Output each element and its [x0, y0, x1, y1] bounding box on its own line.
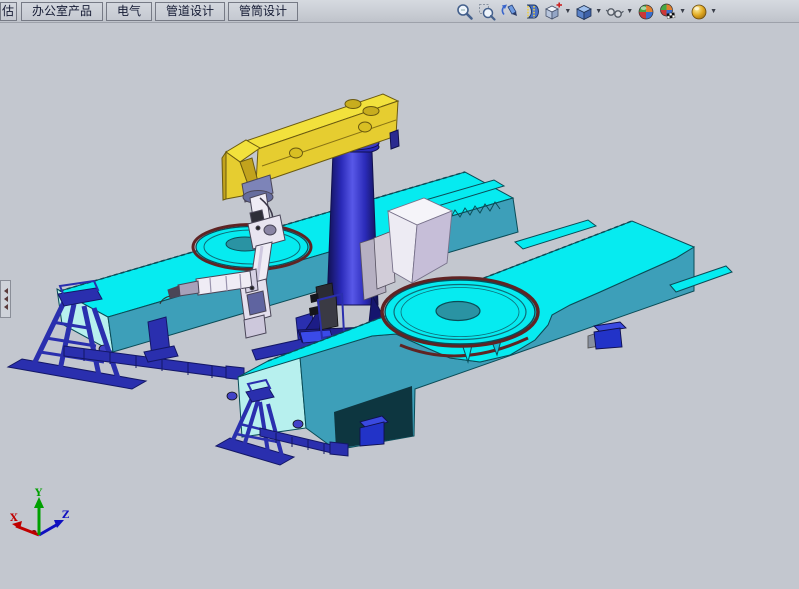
feature-tree-splitter-button[interactable]	[0, 280, 11, 318]
view-settings-icon[interactable]	[689, 2, 709, 22]
view-orientation-icon[interactable]	[543, 2, 563, 22]
splitter-arrow-icon	[4, 288, 8, 294]
tab-partial[interactable]: 估	[0, 2, 17, 21]
tab-piping-design[interactable]: 管道设计	[155, 2, 225, 21]
apply-scene-caret[interactable]: ▼	[679, 2, 686, 22]
model-canvas[interactable]: X Y Z	[0, 23, 799, 589]
triad-x-label: X	[10, 513, 18, 524]
hide-show-items-caret[interactable]: ▼	[626, 2, 633, 22]
reference-triad: X Y Z	[10, 488, 69, 535]
gray-step-blocks[interactable]	[360, 231, 395, 300]
splitter-arrow-icon	[4, 296, 8, 302]
3d-viewport[interactable]: X Y Z	[0, 23, 799, 589]
zoom-to-fit-icon[interactable]	[455, 2, 475, 22]
apply-scene-icon[interactable]	[658, 2, 678, 22]
previous-view-icon[interactable]	[499, 2, 519, 22]
heads-up-view-toolbar: ▼ ▼ ▼ ▼ ▼	[454, 2, 719, 22]
display-style-icon[interactable]	[574, 2, 594, 22]
section-view-icon[interactable]	[521, 2, 541, 22]
edit-appearance-icon[interactable]	[636, 2, 656, 22]
tab-tubing-design[interactable]: 管筒设计	[228, 2, 298, 21]
triad-z-label: Z	[62, 510, 69, 521]
white-wedge-bracket[interactable]	[388, 198, 452, 283]
triad-y-label: Y	[34, 488, 43, 499]
tab-office-products[interactable]: 办公室产品	[21, 2, 103, 21]
view-settings-caret[interactable]: ▼	[710, 2, 717, 22]
display-style-caret[interactable]: ▼	[595, 2, 602, 22]
splitter-arrow-icon	[4, 304, 8, 310]
tab-electrical[interactable]: 电气	[106, 2, 152, 21]
view-orientation-caret[interactable]: ▼	[564, 2, 571, 22]
command-manager-toolbar: 估 办公室产品 电气 管道设计 管筒设计 ▼ ▼ ▼	[0, 0, 799, 23]
zoom-to-area-icon[interactable]	[477, 2, 497, 22]
hide-show-items-icon[interactable]	[605, 2, 625, 22]
